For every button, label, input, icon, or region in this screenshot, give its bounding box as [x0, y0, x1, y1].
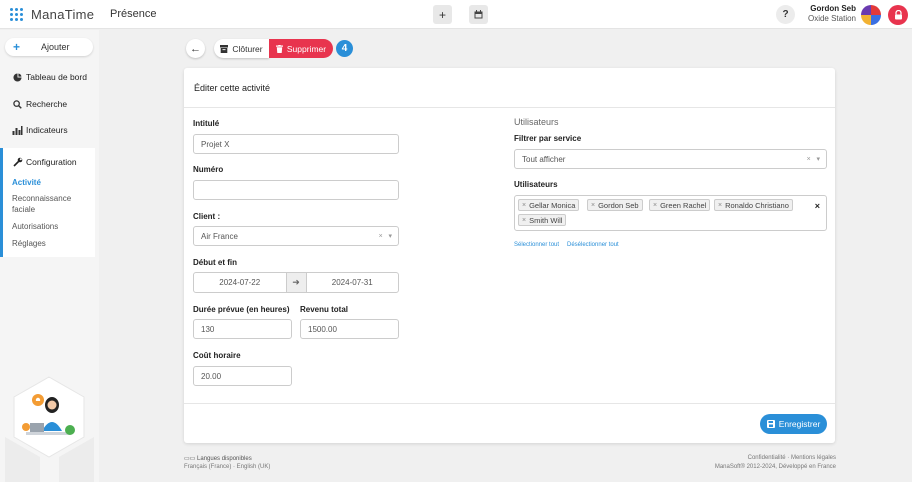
intitule-field[interactable]: Projet X — [193, 134, 399, 154]
plus-icon: + — [13, 40, 21, 54]
delete-label: Supprimer — [286, 43, 327, 54]
add-button-label: Ajouter — [41, 42, 70, 52]
client-select-value: Air France — [201, 231, 238, 241]
trash-icon — [275, 44, 283, 53]
sidebar-item-label: Indicateurs — [26, 125, 68, 135]
close-activity-button[interactable]: Clôturer — [214, 39, 269, 58]
client-select[interactable]: Air France × ▾ — [193, 226, 399, 246]
copyright: ManaSoft® 2012-2024, Développé en France — [714, 464, 836, 470]
illustration-image — [5, 376, 94, 482]
calendar-button[interactable] — [469, 5, 488, 24]
sidebar-item-authorizations[interactable]: Autorisations — [12, 221, 92, 232]
dates-label: Début et fin — [193, 258, 237, 267]
archive-icon — [220, 44, 229, 53]
add-button[interactable]: + Ajouter — [5, 38, 93, 56]
legal-links[interactable]: Confidentialité · Mentions légales — [748, 455, 836, 461]
save-button[interactable]: Enregistrer — [760, 414, 827, 434]
end-date-field[interactable]: 2024-07-31 — [307, 273, 399, 292]
duree-field[interactable]: 130 — [193, 319, 292, 339]
bar-chart-icon — [12, 125, 23, 135]
avatar[interactable] — [861, 5, 881, 25]
count-badge: 4 — [336, 40, 353, 57]
duree-label: Durée prévue (en heures) — [193, 305, 290, 314]
sidebar: + Ajouter Tableau de bord Recherche Indi… — [0, 30, 99, 482]
user-tag[interactable]: × Green Rachel — [649, 199, 711, 211]
users-label: Utilisateurs — [514, 180, 558, 189]
logout-button[interactable] — [888, 5, 908, 25]
floppy-disk-icon — [766, 420, 775, 428]
user-tag[interactable]: × Smith Will — [518, 214, 567, 226]
divider — [184, 107, 835, 108]
quick-add-button[interactable]: + — [433, 5, 452, 24]
sidebar-item-search[interactable]: Recherche — [12, 99, 67, 109]
select-controls: × ▾ — [806, 156, 820, 163]
lock-icon — [894, 10, 902, 20]
remove-tag-icon[interactable]: × — [718, 202, 722, 209]
deselect-all-link[interactable]: Désélectionner tout — [567, 242, 619, 248]
configuration-panel: Configuration Activité Reconnaissance fa… — [0, 148, 95, 257]
select-all-link[interactable]: Sélectionner tout — [514, 242, 559, 248]
numero-field[interactable] — [193, 180, 399, 200]
app-grid-icon — [10, 8, 23, 21]
languages-title: ▭▭ Langues disponibles — [184, 456, 252, 462]
back-button[interactable]: ← — [186, 39, 205, 58]
sidebar-item-label: Tableau de bord — [26, 72, 87, 82]
start-date-field[interactable]: 2024-07-22 — [194, 273, 286, 292]
languages-list[interactable]: Français (France) · English (UK) — [184, 464, 270, 470]
cout-label: Coût horaire — [193, 351, 241, 360]
sidebar-item-label: Recherche — [26, 99, 68, 109]
cout-field[interactable]: 20.00 — [193, 366, 292, 386]
app-logo[interactable]: ManaTime — [10, 7, 94, 22]
filter-label: Filtrer par service — [514, 134, 582, 143]
app-name: ManaTime — [31, 7, 95, 22]
save-label: Enregistrer — [778, 419, 821, 429]
remove-tag-icon[interactable]: × — [522, 202, 526, 209]
flag-icon: ▭▭ — [184, 456, 198, 462]
client-label: Client : — [193, 212, 221, 221]
module-title: Présence — [110, 8, 157, 20]
edit-activity-card: Éditer cette activité Intitulé Projet X … — [184, 68, 835, 443]
select-controls: × ▾ — [378, 233, 392, 240]
calendar-icon — [474, 10, 483, 19]
user-organization: Oxide Station — [807, 14, 856, 23]
configuration-label: Configuration — [26, 157, 77, 167]
page-title: Éditer cette activité — [194, 83, 271, 93]
numero-label: Numéro — [193, 165, 224, 174]
sidebar-item-settings[interactable]: Réglages — [12, 238, 92, 249]
user-tag[interactable]: × Gellar Monica — [518, 199, 580, 211]
users-select[interactable]: × Gellar Monica × Gordon Seb × Green Rachel… — [514, 195, 827, 231]
clear-all-icon[interactable]: × — [815, 201, 820, 211]
remove-tag-icon[interactable]: × — [591, 202, 595, 209]
configuration-title[interactable]: Configuration — [12, 157, 77, 167]
divider — [184, 403, 835, 404]
wrench-icon — [13, 157, 23, 167]
users-section-title: Utilisateurs — [514, 117, 559, 127]
close-activity-label: Clôturer — [232, 43, 263, 54]
delete-button[interactable]: Supprimer — [269, 39, 333, 58]
service-filter-value: Tout afficher — [522, 154, 566, 164]
plus-icon: + — [438, 7, 446, 22]
date-range: 2024-07-22 ➜ 2024-07-31 — [193, 272, 399, 293]
sidebar-item-activite[interactable]: Activité — [12, 177, 92, 188]
remove-tag-icon[interactable]: × — [522, 217, 526, 224]
top-bar: ManaTime Présence + ? Gordon Seb Oxide S… — [0, 0, 912, 29]
search-icon — [13, 99, 22, 109]
arrow-right-icon: ➜ — [285, 273, 307, 292]
remove-tag-icon[interactable]: × — [653, 202, 657, 209]
help-button[interactable]: ? — [776, 5, 795, 24]
revenu-field[interactable]: 1500.00 — [300, 319, 399, 339]
service-filter-select[interactable]: Tout afficher × ▾ — [514, 149, 827, 169]
sidebar-item-indicators[interactable]: Indicateurs — [12, 125, 68, 135]
intitule-label: Intitulé — [193, 119, 220, 128]
sidebar-item-dashboard[interactable]: Tableau de bord — [12, 72, 87, 82]
pie-chart-icon — [13, 72, 22, 82]
user-tag[interactable]: × Gordon Seb — [587, 199, 643, 211]
sidebar-item-facial-recognition[interactable]: Reconnaissance faciale — [12, 193, 92, 215]
arrow-left-icon: ← — [190, 42, 201, 55]
user-name[interactable]: Gordon Seb — [810, 4, 856, 13]
revenu-label: Revenu total — [300, 305, 349, 314]
user-tag[interactable]: × Ronaldo Christiano — [714, 199, 793, 211]
